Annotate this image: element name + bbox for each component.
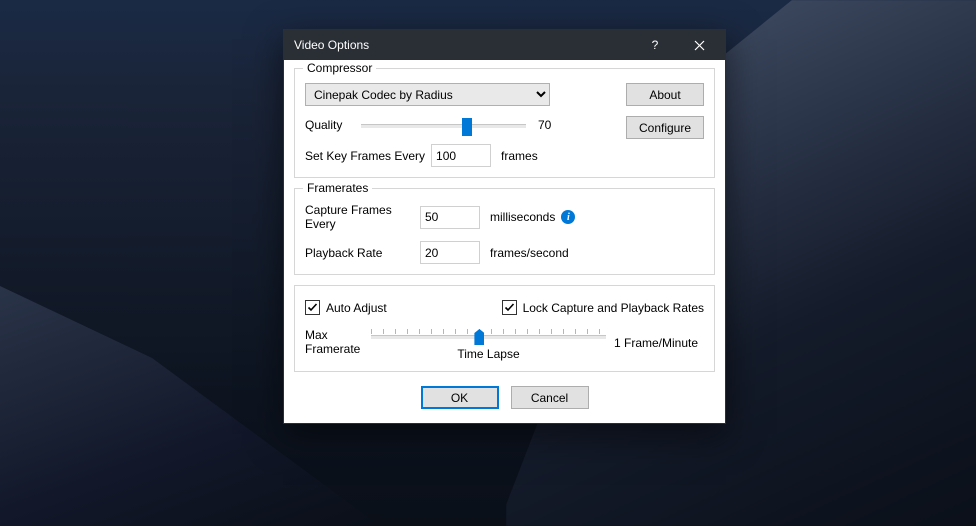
ok-button[interactable]: OK [421, 386, 499, 409]
close-button[interactable] [677, 30, 721, 60]
titlebar[interactable]: Video Options ? [284, 30, 725, 60]
one-frame-minute-label: 1 Frame/Minute [614, 336, 704, 350]
compressor-legend: Compressor [303, 61, 376, 75]
playback-label: Playback Rate [305, 246, 420, 260]
close-icon [694, 40, 705, 51]
timelapse-slider[interactable] [371, 325, 606, 343]
keyframes-input[interactable] [431, 144, 491, 167]
quality-slider[interactable] [361, 116, 526, 134]
codec-select[interactable]: Cinepak Codec by Radius [305, 83, 550, 106]
desktop-wallpaper: Video Options ? Compressor About Configu… [0, 0, 976, 526]
configure-button[interactable]: Configure [626, 116, 704, 139]
auto-adjust-checkbox[interactable]: Auto Adjust [305, 300, 387, 315]
quality-label: Quality [305, 118, 349, 132]
about-button[interactable]: About [626, 83, 704, 106]
playback-unit: frames/second [490, 246, 569, 260]
adjust-group: Auto Adjust Lock Capture and Playback Ra… [294, 285, 715, 372]
max-framerate-label: Max Framerate [305, 329, 363, 357]
quality-value: 70 [538, 118, 568, 132]
help-button[interactable]: ? [633, 30, 677, 60]
keyframes-unit: frames [501, 149, 538, 163]
window-title: Video Options [294, 38, 633, 52]
lock-rates-checkbox[interactable]: Lock Capture and Playback Rates [502, 300, 704, 315]
capture-unit: milliseconds [490, 210, 555, 224]
playback-input[interactable] [420, 241, 480, 264]
lock-rates-label: Lock Capture and Playback Rates [523, 301, 704, 315]
check-icon [307, 302, 318, 313]
auto-adjust-label: Auto Adjust [326, 301, 387, 315]
capture-input[interactable] [420, 206, 480, 229]
framerates-group: Framerates Capture Frames Every millisec… [294, 188, 715, 275]
keyframes-label: Set Key Frames Every [305, 149, 425, 163]
cancel-button[interactable]: Cancel [511, 386, 589, 409]
info-icon[interactable]: i [561, 210, 575, 224]
compressor-group: Compressor About Configure Cinepak Codec… [294, 68, 715, 178]
capture-label: Capture Frames Every [305, 203, 420, 231]
check-icon [504, 302, 515, 313]
timelapse-caption: Time Lapse [371, 347, 606, 361]
framerates-legend: Framerates [303, 181, 372, 195]
video-options-dialog: Video Options ? Compressor About Configu… [283, 29, 726, 424]
